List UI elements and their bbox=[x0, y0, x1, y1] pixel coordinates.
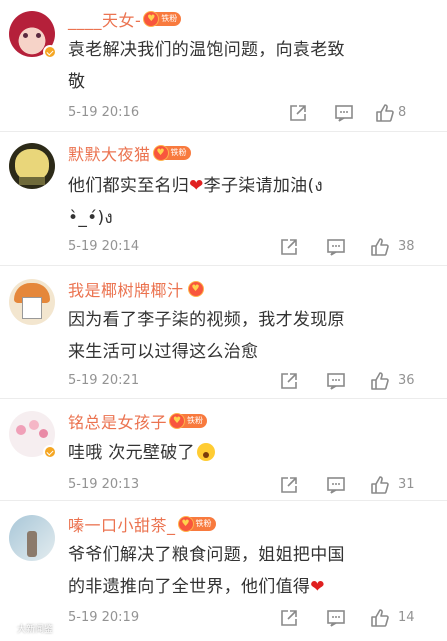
weibo-logo-icon bbox=[4, 623, 15, 634]
share-icon[interactable] bbox=[279, 237, 299, 257]
fearful-face-emoji-icon bbox=[196, 443, 215, 461]
comment-text: 因为看了李子柒的视频，我才发现原 来生活可以过得这么治愈 bbox=[68, 310, 345, 362]
comment-item: 铭总是女孩子 ♥ 铁粉 哇哦 次元壁破了 5-19 20:13 31 bbox=[0, 399, 447, 499]
comment-text: 袁老解决我们的温饱问题，向袁老致 敬 bbox=[68, 40, 345, 92]
comment-item: ____天女- ♥ 铁粉 袁老解决我们的温饱问题，向袁老致 敬 5-19 20:1… bbox=[0, 0, 447, 131]
share-icon[interactable] bbox=[279, 371, 299, 391]
heart-icon: ♥ bbox=[187, 281, 204, 297]
heart-icon: ♥ bbox=[177, 516, 194, 532]
fan-badge: ♥ 铁粉 bbox=[152, 145, 191, 161]
red-heart-emoji-icon: ❤ bbox=[189, 176, 204, 196]
comment-item: 我是椰树牌椰汁 ♥ 因为看了李子柒的视频，我才发现原 来生活可以过得这么治愈 5… bbox=[0, 266, 447, 397]
timestamp: 5-19 20:14 bbox=[68, 239, 140, 254]
share-icon[interactable] bbox=[279, 475, 299, 495]
avatar[interactable] bbox=[9, 11, 57, 59]
heart-icon: ♥ bbox=[143, 11, 160, 27]
thumbs-up-icon[interactable] bbox=[370, 475, 390, 495]
avatar[interactable] bbox=[9, 143, 55, 189]
comment-item: 默默大夜猫 ♥ 铁粉 他们都实至名归❤李子柒请加油(ง •̀_•́)ง 5-19 … bbox=[0, 132, 447, 264]
heart-icon: ♥ bbox=[169, 413, 186, 429]
fan-badge: ♥ 铁粉 bbox=[143, 11, 182, 27]
fan-badge: ♥ 铁粉 bbox=[169, 413, 208, 429]
comment-icon[interactable] bbox=[326, 237, 346, 257]
share-icon[interactable] bbox=[288, 103, 308, 123]
thumbs-up-icon[interactable] bbox=[370, 608, 390, 628]
avatar[interactable] bbox=[9, 411, 57, 459]
like-count: 31 bbox=[398, 477, 415, 492]
comment-text: 哇哦 次元壁破了 bbox=[68, 437, 428, 469]
share-icon[interactable] bbox=[279, 608, 299, 628]
comment-text: 爷爷们解决了粮食问题，姐姐把中国 的非遗推向了全世界，他们值得❤ bbox=[68, 545, 345, 597]
comment-item: 嗪一口小甜茶_ ♥ 铁粉 爷爷们解决了粮食问题，姐姐把中国 的非遗推向了全世界，他… bbox=[0, 501, 447, 641]
username[interactable]: 默默大夜猫 bbox=[68, 141, 151, 165]
comment-text: 他们都实至名归❤李子柒请加油(ง •̀_•́)ง bbox=[68, 176, 323, 228]
watermark: 大新闻鉴 bbox=[4, 622, 53, 635]
fan-badge: ♥ 铁粉 bbox=[177, 516, 216, 532]
thumbs-up-icon[interactable] bbox=[370, 237, 390, 257]
red-heart-emoji-icon: ❤ bbox=[310, 577, 325, 597]
like-count: 8 bbox=[398, 105, 407, 120]
username[interactable]: 嗪一口小甜茶_ bbox=[68, 512, 176, 536]
avatar[interactable] bbox=[9, 515, 55, 561]
thumbs-up-icon[interactable] bbox=[370, 371, 390, 391]
comment-icon[interactable] bbox=[326, 475, 346, 495]
heart-icon: ♥ bbox=[152, 145, 169, 161]
like-count: 14 bbox=[398, 610, 415, 625]
verified-badge-icon bbox=[43, 45, 57, 59]
timestamp: 5-19 20:13 bbox=[68, 477, 140, 492]
comment-icon[interactable] bbox=[326, 608, 346, 628]
thumbs-up-icon[interactable] bbox=[375, 103, 395, 123]
timestamp: 5-19 20:16 bbox=[68, 105, 140, 120]
timestamp: 5-19 20:21 bbox=[68, 373, 140, 388]
timestamp: 5-19 20:19 bbox=[68, 610, 140, 625]
like-count: 38 bbox=[398, 239, 415, 254]
username[interactable]: 铭总是女孩子 bbox=[68, 409, 167, 433]
avatar[interactable] bbox=[9, 279, 55, 325]
username[interactable]: 我是椰树牌椰汁 bbox=[68, 277, 184, 301]
username[interactable]: ____天女- bbox=[68, 7, 141, 31]
like-count: 36 bbox=[398, 373, 415, 388]
verified-badge-icon bbox=[43, 445, 57, 459]
comment-icon[interactable] bbox=[334, 103, 354, 123]
comment-icon[interactable] bbox=[326, 371, 346, 391]
